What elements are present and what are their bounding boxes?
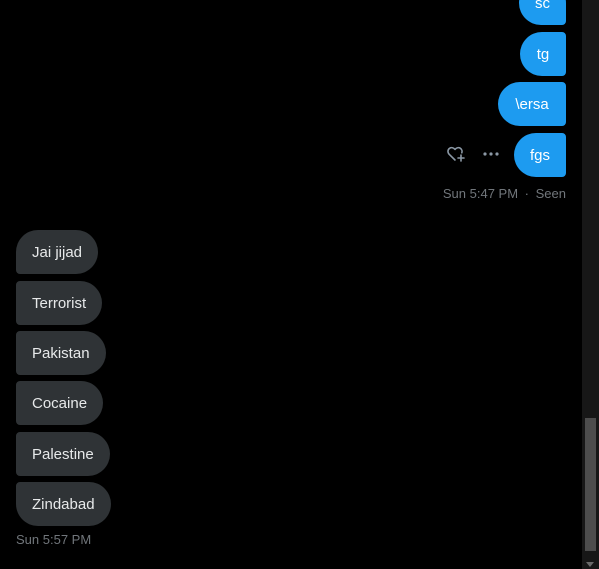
separator: · — [524, 186, 529, 201]
incoming-message[interactable]: Cocaine — [16, 381, 104, 425]
incoming-message[interactable]: Jai jijad — [16, 230, 99, 274]
incoming-message[interactable]: Zindabad — [16, 482, 111, 526]
more-options-button[interactable] — [480, 143, 502, 165]
incoming-message[interactable]: Terrorist — [16, 281, 103, 325]
message-text: Palestine — [32, 445, 94, 463]
outgoing-message[interactable]: fgs — [514, 133, 566, 177]
incoming-message-status: Sun 5:57 PM — [16, 532, 91, 547]
message-text: Cocaine — [32, 394, 88, 412]
incoming-message[interactable]: Palestine — [16, 432, 110, 476]
incoming-message[interactable]: Pakistan — [16, 331, 106, 375]
message-text: Terrorist — [32, 294, 87, 312]
message-text: Pakistan — [32, 344, 90, 362]
conversation-pane: sc tg \ersa fgs Sun 5:47 PM · Seen Jai j… — [0, 0, 582, 569]
add-reaction-button[interactable] — [445, 143, 467, 165]
timestamp: Sun 5:57 PM — [16, 532, 92, 547]
add-reaction-icon — [447, 146, 465, 162]
more-options-icon — [483, 152, 499, 156]
outgoing-message-status: Sun 5:47 PM · Seen — [443, 186, 566, 201]
outgoing-message[interactable]: sc — [519, 0, 566, 25]
scroll-down-arrow-icon[interactable] — [586, 562, 594, 567]
message-text: \ersa — [515, 95, 549, 113]
message-text: tg — [536, 45, 550, 63]
outgoing-message[interactable]: \ersa — [498, 82, 566, 126]
message-text: Jai jijad — [32, 243, 83, 261]
seen-status: Seen — [535, 186, 566, 201]
message-text: sc — [535, 0, 550, 12]
timestamp: Sun 5:47 PM — [442, 186, 519, 201]
scrollbar-thumb[interactable] — [585, 418, 596, 551]
message-text: fgs — [529, 146, 550, 164]
message-text: Zindabad — [32, 495, 95, 513]
outgoing-message[interactable]: tg — [520, 32, 566, 76]
scrollbar-track[interactable] — [582, 0, 599, 569]
